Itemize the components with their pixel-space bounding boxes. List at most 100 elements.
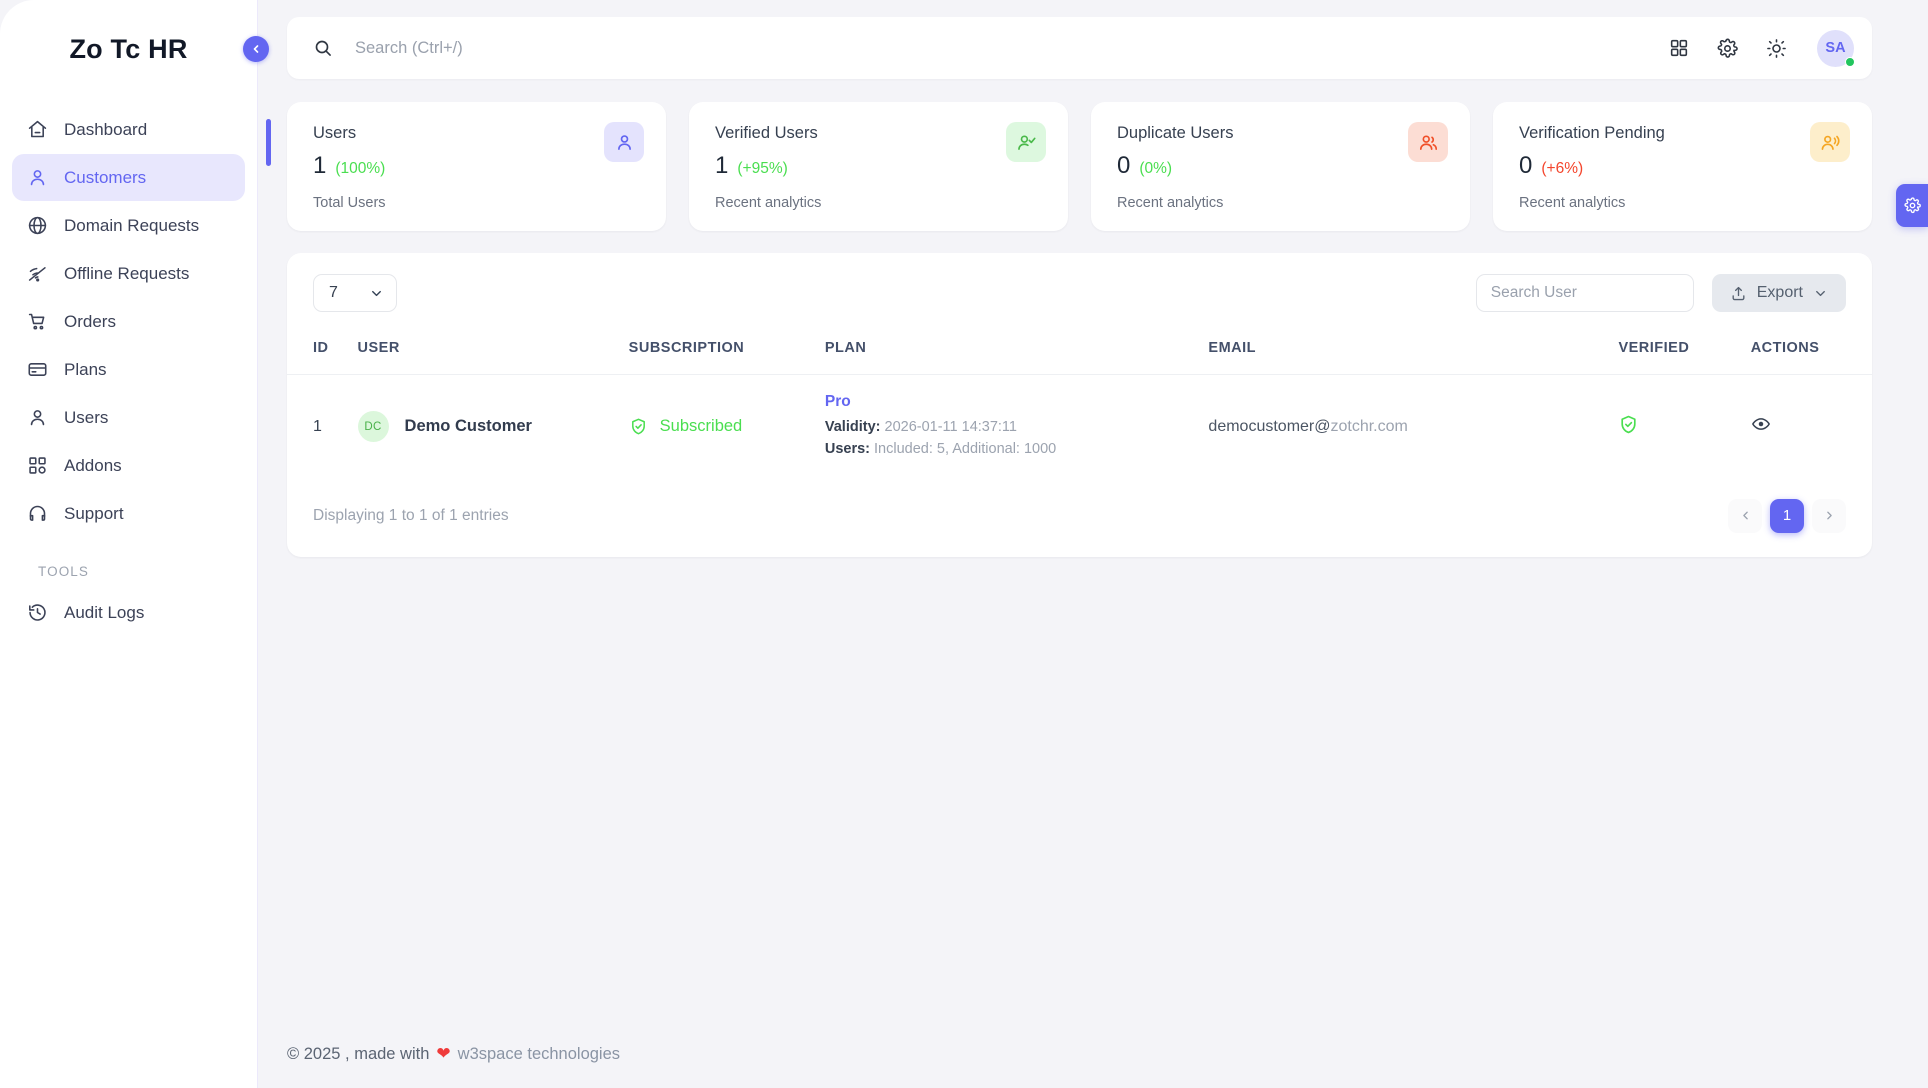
cell-verified xyxy=(1618,375,1750,479)
sidebar-item-addons[interactable]: Addons xyxy=(12,442,245,489)
stat-card-value: 1 xyxy=(313,152,327,179)
customers-table: ID USER SUBSCRIPTION PLAN EMAIL VERIFIED… xyxy=(287,332,1872,479)
plan-validity-label: Validity: xyxy=(824,419,881,435)
sidebar-item-label: Dashboard xyxy=(64,119,148,139)
pagination-prev-button[interactable] xyxy=(1728,498,1762,533)
app-title: Zo Tc HR xyxy=(69,33,188,64)
headset-icon xyxy=(26,503,48,525)
user-check-icon xyxy=(1006,122,1046,162)
stat-card-verified-users[interactable]: Verified Users 1 (+95%) Recent analytics xyxy=(689,102,1068,231)
stat-card-duplicate-users[interactable]: Duplicate Users 0 (0%) Recent analytics xyxy=(1091,102,1470,231)
stat-card-delta: (+95%) xyxy=(737,160,788,177)
sidebar-item-support[interactable]: Support xyxy=(12,490,245,537)
stat-card-subtitle: Recent analytics xyxy=(715,195,822,211)
sidebar-section-tools: TOOLS xyxy=(38,564,90,579)
search-input[interactable] xyxy=(355,38,1669,58)
plan-users-value: Included: 5, Additional: 1000 xyxy=(874,440,1057,457)
table-footer: Displaying 1 to 1 of 1 entries 1 xyxy=(287,479,1872,557)
chevron-left-icon xyxy=(1742,511,1748,520)
user-search-input[interactable] xyxy=(1475,274,1694,312)
sidebar-collapse-button[interactable] xyxy=(243,36,269,62)
stat-card-subtitle: Recent analytics xyxy=(1117,195,1224,211)
column-header-actions[interactable]: ACTIONS xyxy=(1750,332,1872,375)
sidebar-item-dashboard[interactable]: Dashboard xyxy=(12,106,245,153)
footer-brand-link[interactable]: w3space technologies xyxy=(458,1045,620,1064)
top-bar-actions: SA xyxy=(1669,29,1855,67)
online-status-dot xyxy=(1845,56,1855,67)
column-header-id[interactable]: ID xyxy=(287,332,358,375)
user-icon xyxy=(26,167,48,189)
stat-card-verification-pending[interactable]: Verification Pending 0 (+6%) Recent anal… xyxy=(1493,102,1872,231)
row-avatar: DC xyxy=(357,411,389,443)
app-root: Zo Tc HR Dashboard Customers Domain Requ… xyxy=(0,0,1928,1088)
plan-users-line: Users: Included: 5, Additional: 1000 xyxy=(825,439,1209,461)
brand-row: Zo Tc HR xyxy=(0,0,269,98)
email-domain-part: zotchr.com xyxy=(1330,417,1408,435)
table-row[interactable]: 1 DC Demo Customer Subscribed Pro Validi… xyxy=(287,375,1872,479)
table-toolbar-right: Export xyxy=(1475,274,1846,312)
stat-card-users[interactable]: Users 1 (100%) Total Users xyxy=(287,102,666,231)
shield-check-icon xyxy=(631,418,645,435)
chevron-down-icon xyxy=(1816,290,1825,296)
entries-count-text: Displaying 1 to 1 of 1 entries xyxy=(313,506,509,524)
gear-icon[interactable] xyxy=(1717,38,1738,59)
credit-card-icon xyxy=(26,359,48,381)
plan-name[interactable]: Pro xyxy=(825,393,1209,411)
main-content: SA Users 1 (100%) Total Users xyxy=(258,0,1928,1088)
search-icon[interactable] xyxy=(313,38,333,58)
wifi-off-icon xyxy=(26,263,48,285)
stat-card-title: Verified Users xyxy=(715,124,818,142)
chevron-right-icon xyxy=(1826,511,1832,520)
sidebar-item-label: Customers xyxy=(64,167,147,187)
plan-validity-value: 2026-01-11 14:37:11 xyxy=(884,419,1018,435)
sidebar-item-audit-logs[interactable]: Audit Logs xyxy=(12,589,245,636)
user-pending-icon xyxy=(1810,122,1850,162)
page-footer: © 2025 , made with ❤ w3space technologie… xyxy=(258,1020,1928,1088)
export-button[interactable]: Export xyxy=(1711,274,1846,312)
shopping-cart-icon xyxy=(26,311,48,333)
column-header-plan[interactable]: PLAN xyxy=(824,332,1209,375)
avatar[interactable]: SA xyxy=(1817,29,1855,67)
sidebar-item-label: Orders xyxy=(64,311,116,331)
stat-card-value-row: 1 (+95%) xyxy=(715,152,1044,180)
sidebar-item-plans[interactable]: Plans xyxy=(12,346,245,393)
sidebar-item-domain-requests[interactable]: Domain Requests xyxy=(12,202,245,249)
theme-settings-tab-button[interactable] xyxy=(1896,184,1928,227)
stat-card-delta: (0%) xyxy=(1139,160,1173,177)
stat-card-title: Duplicate Users xyxy=(1117,124,1234,142)
sidebar-item-users[interactable]: Users xyxy=(12,394,245,441)
email-local-part: democustomer@ xyxy=(1208,417,1331,435)
pagination-next-button[interactable] xyxy=(1812,498,1846,533)
stat-card-value: 0 xyxy=(1117,152,1131,179)
shield-check-icon xyxy=(1621,415,1637,434)
verified-badge xyxy=(1618,415,1639,439)
users-duplicate-icon xyxy=(1408,122,1448,162)
view-action-button[interactable] xyxy=(1751,418,1771,438)
column-header-user[interactable]: USER xyxy=(357,332,629,375)
sun-icon[interactable] xyxy=(1766,38,1787,59)
stat-card-value-row: 0 (+6%) xyxy=(1519,152,1848,180)
column-header-email[interactable]: EMAIL xyxy=(1208,332,1619,375)
apps-grid-icon[interactable] xyxy=(1669,38,1689,58)
column-header-verified[interactable]: VERIFIED xyxy=(1618,332,1751,375)
cell-id: 1 xyxy=(313,417,322,435)
sidebar-item-label: Domain Requests xyxy=(64,215,200,235)
eye-icon xyxy=(1751,418,1770,431)
home-icon xyxy=(26,119,48,141)
stat-card-value: 0 xyxy=(1519,152,1533,179)
heart-icon: ❤ xyxy=(436,1044,451,1063)
avatar-initials: SA xyxy=(1825,40,1846,56)
sidebar-item-customers[interactable]: Customers xyxy=(12,154,245,201)
sidebar-item-offline-requests[interactable]: Offline Requests xyxy=(12,250,245,297)
table-head: ID USER SUBSCRIPTION PLAN EMAIL VERIFIED… xyxy=(287,332,1872,375)
pagination-page-1[interactable]: 1 xyxy=(1770,498,1804,533)
row-user-name: Demo Customer xyxy=(404,417,532,436)
plan-users-label: Users: xyxy=(824,440,870,457)
user-icon xyxy=(604,122,644,162)
cell-email: democustomer@zotchr.com xyxy=(1208,375,1618,479)
page-length-select[interactable]: 7 xyxy=(313,274,397,312)
stat-card-value-row: 0 (0%) xyxy=(1117,152,1446,180)
sidebar-item-orders[interactable]: Orders xyxy=(12,298,245,345)
column-header-subscription[interactable]: SUBSCRIPTION xyxy=(628,332,825,375)
stat-card-title: Verification Pending xyxy=(1519,124,1665,142)
